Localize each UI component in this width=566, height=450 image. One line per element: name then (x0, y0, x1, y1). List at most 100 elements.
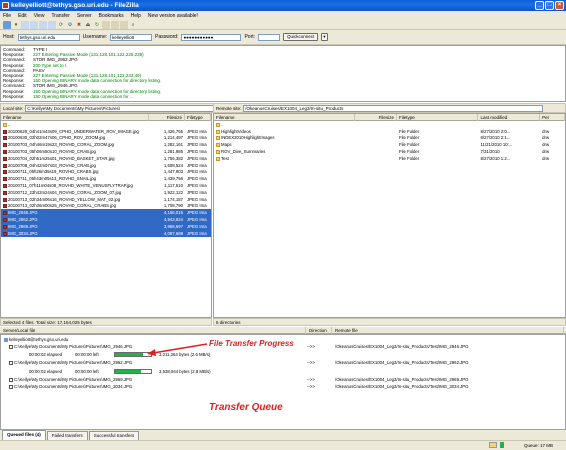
local-col-filetype[interactable]: Filetype (185, 114, 211, 121)
remote-file-row[interactable]: ROV_Dive_Summaries File Folder 7/31/2010 dr… (214, 148, 565, 155)
local-file-row[interactable]: 20100711_07h11m04s08_ROVHD_WHITE_VENUSFL… (1, 182, 211, 189)
menu-help[interactable]: Help (131, 13, 141, 19)
queue-item-4[interactable]: C:\Kellye\My Documents\My Pictures\Pictu… (9, 384, 132, 389)
queue-item-3[interactable]: C:\Kellye\My Documents\My Pictures\Pictu… (9, 377, 132, 382)
queue-item-2[interactable]: C:\Kellye\My Documents\My Pictures\Pictu… (9, 360, 132, 365)
local-file-row[interactable]: 20100629_04h41m43s09_CPHD_UNDERWATER_ROV… (1, 128, 211, 135)
local-file-name: 20100713_02h34m06s16_ROVHD_YELLOW_MAT_02… (1, 197, 149, 202)
local-file-row[interactable]: 20100712_23h42m24s04_ROVHD_CORAL_ZOOM_07… (1, 189, 211, 196)
local-file-type: JPEG Ima (187, 149, 207, 155)
queue-item-4-checkbox[interactable] (9, 384, 13, 389)
remote-col-filetype[interactable]: Filetype (397, 114, 479, 121)
local-file-row[interactable]: 20100711_05h26m35s19_ROVHD_CRABS.jpg 1,44… (1, 169, 211, 176)
remote-col-permissions[interactable]: Per (540, 114, 565, 121)
menu-bookmarks[interactable]: Bookmarks (99, 13, 124, 19)
transfer-queue[interactable]: kelleyelliott@tethys.gso.uri.edu C:\Kell… (0, 334, 566, 430)
tab-failed-transfers[interactable]: Failed transfers (46, 431, 88, 440)
remote-file-row[interactable]: HighlightVideos File Folder 8/27/2010 2:0.… (214, 128, 565, 135)
menu-new-version[interactable]: New version available! (148, 13, 198, 19)
local-file-row[interactable]: 20100630_02h02m47s06_CPHD_ROV_ZOOM.jpg 1,… (1, 135, 211, 142)
dropdown-arrow-icon[interactable]: ▾ (12, 21, 20, 29)
local-file-row[interactable]: IMG_2962.JPG 4,943,624 JPEG Ima (1, 216, 211, 223)
local-file-row[interactable]: 20100713_02h36m00s25_ROVHD_CORAL_CRABS.j… (1, 203, 211, 210)
queue-item-1-checkbox[interactable] (9, 344, 13, 349)
local-file-row[interactable]: 20100703_05h06m50s10_ROVHD_CRAB.jpg 1,281… (1, 148, 211, 155)
compare-icon[interactable] (111, 20, 119, 29)
tab-queued-files[interactable]: Queued files (4) (2, 430, 46, 440)
close-button[interactable]: × (555, 1, 564, 10)
disconnect-icon[interactable]: ⏏ (84, 21, 92, 29)
quickconnect-dropdown[interactable]: ▾ (321, 33, 328, 41)
menu-transfer[interactable]: Transfer (51, 13, 69, 19)
local-file-row[interactable]: 20100703_04h46m19s23_ROVHD_CORAL_ZOOM.jp… (1, 141, 211, 148)
local-col-filesize[interactable]: Filesize (149, 114, 185, 121)
remote-file-name: Maps (214, 142, 355, 147)
local-file-row[interactable]: 20100713_02h34m06s16_ROVHD_YELLOW_MAT_02… (1, 196, 211, 203)
remote-file-type: File Folder (398, 149, 420, 155)
refresh-icon[interactable]: ⟳ (57, 21, 65, 29)
local-file-row[interactable]: 20100704_02h51m25s01_ROVHD_BASKET_STAR.j… (1, 155, 211, 162)
remote-file-name-text: ROV_Dive_Summaries (221, 149, 266, 155)
remote-file-name: HighlightVideos (214, 129, 355, 134)
local-col-filename[interactable]: Filename (1, 114, 149, 121)
password-input[interactable]: ●●●●●●●●●●● (181, 33, 242, 41)
reconnect-icon[interactable]: ↻ (93, 21, 101, 29)
queue-tabs: Queued files (4) Failed transfers Succes… (0, 430, 566, 440)
menu-edit[interactable]: Edit (18, 13, 27, 19)
remote-col-filename[interactable]: Filename (214, 114, 356, 121)
queue-col-direction[interactable]: Direction (306, 326, 332, 334)
queue-item-2-checkbox[interactable] (9, 360, 13, 365)
toggle-local-tree-icon[interactable] (30, 20, 38, 29)
remote-file-row[interactable]: Maps File Folder 11/21/2010 10:... drw (214, 141, 565, 148)
local-file-name-text: 20100711_05h43m05s13_ROVHD_SNAIL.jpg (8, 176, 97, 182)
remote-col-lastmodified[interactable]: Last modified (478, 114, 541, 121)
queue-server[interactable]: kelleyelliott@tethys.gso.uri.edu (4, 337, 68, 342)
title-bar: kelleyelliott@tethys.gso.uri.edu - FileZ… (0, 0, 566, 11)
queue-item-1[interactable]: C:\Kellye\My Documents\My Pictures\Pictu… (9, 344, 132, 349)
message-log[interactable]: Command: TYPE I Response: 227 Entering Pass… (0, 45, 566, 102)
remote-file-row[interactable]: .. (214, 121, 565, 128)
port-input[interactable] (258, 33, 281, 41)
image-file-icon (3, 231, 7, 236)
local-file-row[interactable]: 20100711_05h43m05s13_ROVHD_SNAIL.jpg 1,43… (1, 175, 211, 182)
local-file-row[interactable]: IMG_2946.JPG 4,166,015 JPEG Ima (1, 209, 211, 217)
site-manager-icon[interactable] (3, 20, 11, 29)
local-file-name-text: 20100711_05h26m35s19_ROVHD_CRABS.jpg (8, 169, 99, 175)
maximize-button[interactable]: □ (545, 1, 554, 10)
remote-col-filesize[interactable]: Filesize (355, 114, 397, 121)
cancel-icon[interactable]: ✖ (75, 21, 83, 29)
menu-view[interactable]: View (34, 13, 45, 19)
local-file-name-text: IMG_2946.JPG (8, 210, 38, 216)
username-input[interactable]: kelleyelliott (110, 33, 153, 41)
server-icon (4, 337, 8, 342)
remote-file-name-text: Maps (221, 142, 232, 148)
toggle-queue-icon[interactable] (48, 20, 56, 29)
remote-path-input[interactable]: /OkeanosCruises/EX1004_Leg3/In-situ_Prod… (243, 104, 544, 112)
queue-col-server-local[interactable]: Server/Local file (0, 326, 306, 334)
queue-size: Queue: 17 MB (524, 443, 554, 448)
menu-server[interactable]: Server (77, 13, 92, 19)
minimize-button[interactable]: _ (535, 1, 544, 10)
local-file-row[interactable]: .. (1, 121, 211, 128)
search-icon[interactable]: ⌕ (129, 21, 137, 29)
menu-file[interactable]: File (3, 13, 11, 19)
remote-file-list[interactable]: Filename Filesize Filetype Last modified… (213, 113, 566, 318)
queue-item-3-checkbox[interactable] (9, 377, 13, 382)
quickconnect-button[interactable]: Quickconnect (283, 33, 319, 41)
queue-col-remote[interactable]: Remote file (332, 326, 564, 334)
local-file-list[interactable]: Filename Filesize Filetype .. 20100629_04… (0, 113, 212, 318)
remote-file-row[interactable]: INDEX2010HighlightImages File Folder 8/27/… (214, 135, 565, 142)
filter-icon[interactable] (102, 20, 110, 29)
toggle-log-icon[interactable] (21, 20, 29, 29)
local-file-row[interactable]: IMG_2969.JPG 3,966,697 JPEG Ima (1, 222, 211, 230)
local-file-row[interactable]: 20100708_04h42m07s03_ROVHD_CRAB.jpg 1,608… (1, 162, 211, 169)
toggle-remote-tree-icon[interactable] (39, 20, 47, 29)
sync-browsing-icon[interactable] (120, 20, 128, 29)
queue-item-2-bytes: 3,538,944 bytes (2.8 MB/s) (159, 369, 211, 374)
remote-file-date: 7/31/2010 (480, 149, 500, 155)
process-queue-icon[interactable]: ⚙ (66, 21, 74, 29)
remote-file-row[interactable]: Test File Folder 8/27/2010 1:2... drw (214, 155, 565, 162)
local-file-row[interactable]: IMG_3034.JPG 4,087,689 JPEG Ima (1, 229, 211, 237)
host-input[interactable]: tethys.gso.uri.edu (17, 33, 80, 41)
tab-successful-transfers[interactable]: Successful transfers (88, 431, 140, 440)
